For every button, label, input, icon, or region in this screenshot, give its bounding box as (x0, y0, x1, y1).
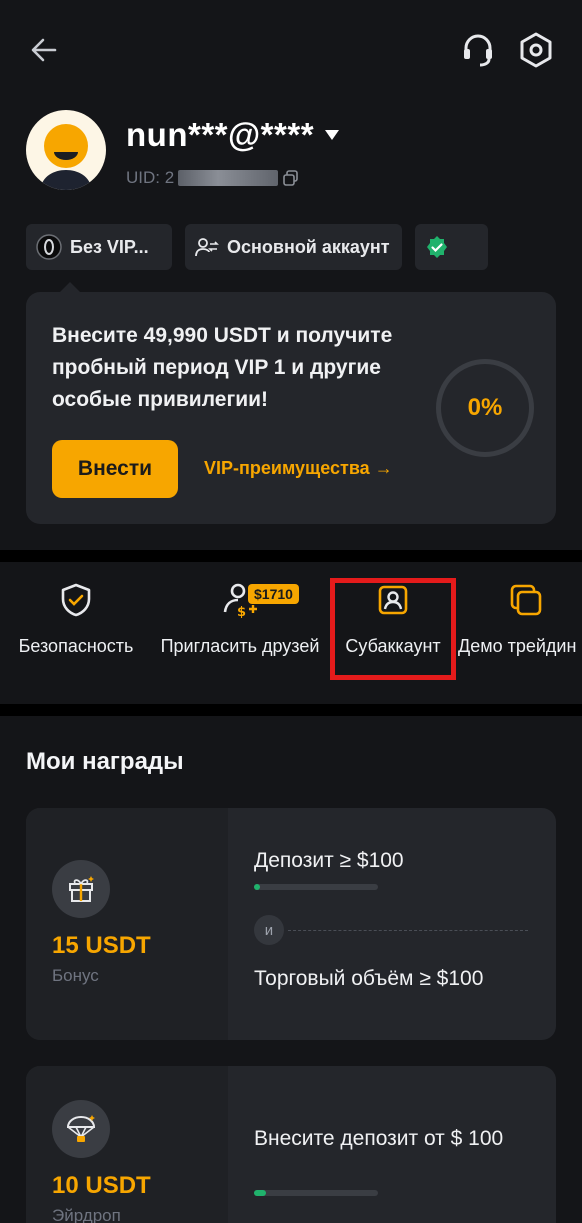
reward-kind: Бонус (52, 966, 99, 985)
demo-trading-icon (506, 580, 546, 620)
vip-coin-icon (36, 234, 62, 260)
rewards-title: Мои награды (26, 748, 184, 775)
support-headset-icon[interactable] (456, 28, 500, 72)
copy-icon[interactable] (282, 169, 300, 187)
avatar[interactable] (26, 110, 106, 190)
deposit-button[interactable]: Внести (52, 440, 178, 498)
reward-progress-fill (254, 1190, 266, 1196)
verified-badge-icon (427, 236, 447, 258)
account-type-chip[interactable]: Основной аккаунт (185, 224, 402, 270)
reward-condition: Торговый объём ≥ $100 (254, 967, 484, 990)
vip-promo-card: Внесите 49,990 USDT и получите пробный п… (26, 282, 556, 524)
reward-card-left (26, 808, 228, 1040)
vip-promo-text: Внесите 49,990 USDT и получите пробный п… (52, 324, 393, 411)
vip-benefits-label: VIP-преимущества (204, 458, 370, 478)
vip-chip-label: Без VIP... (70, 236, 149, 257)
account-chip-label: Основной аккаунт (227, 236, 390, 257)
settings-hexagon-icon[interactable] (514, 28, 558, 72)
vip-progress-ring: 0% (436, 359, 534, 457)
reward-card-airdrop[interactable]: 10 USDT Эйрдроп Внесите депозит от $ 100 (26, 1066, 556, 1223)
reward-amount: 15 USDT (52, 932, 151, 959)
back-arrow-icon[interactable] (22, 28, 66, 72)
and-separator: и (254, 915, 284, 945)
uid-row: UID: 2 (126, 168, 300, 188)
quick-action-label: Демо трейдин (458, 636, 577, 656)
quick-action-invite[interactable]: $ Пригласить друзей (152, 580, 328, 657)
quick-action-label: Пригласить друзей (160, 636, 320, 656)
vip-progress-value: 0% (467, 394, 503, 421)
reward-progress-bar (254, 1190, 378, 1196)
arrow-right-icon: → (374, 458, 393, 478)
subaccount-highlight-box (330, 578, 456, 680)
shield-check-icon (56, 580, 96, 620)
parachute-icon (52, 1100, 110, 1158)
dashed-divider (288, 930, 528, 931)
username[interactable]: nun***@**** (126, 116, 340, 154)
reward-condition: Депозит ≥ $100 (254, 849, 404, 872)
reward-kind: Эйрдроп (52, 1206, 121, 1223)
vip-benefits-link[interactable]: VIP-преимущества → (204, 458, 393, 479)
verification-chip[interactable] (415, 224, 488, 270)
reward-progress-bar (254, 884, 378, 890)
gift-icon (52, 860, 110, 918)
quick-action-security[interactable]: Безопасность (14, 580, 138, 657)
quick-action-label: Безопасность (18, 636, 134, 656)
dropdown-triangle-icon[interactable] (324, 129, 340, 141)
reward-card-bonus[interactable]: 15 USDT Бонус Депозит ≥ $100 и Торговый … (26, 808, 556, 1040)
uid-label: UID: 2 (126, 168, 175, 187)
section-divider (0, 704, 582, 716)
reward-amount-badge: $1710 (248, 584, 299, 604)
quick-action-demo-trading[interactable]: Демо трейдин (458, 580, 582, 657)
reward-condition: Внесите депозит от $ 100 (254, 1127, 504, 1150)
vip-level-chip[interactable]: Без VIP... (26, 224, 172, 270)
section-divider (0, 550, 582, 562)
uid-masked-value (178, 170, 279, 186)
username-text: nun***@**** (126, 116, 315, 153)
svg-text:$: $ (237, 605, 246, 618)
user-switch-icon (195, 238, 219, 257)
reward-amount: 10 USDT (52, 1172, 151, 1199)
reward-progress-fill (254, 884, 260, 890)
